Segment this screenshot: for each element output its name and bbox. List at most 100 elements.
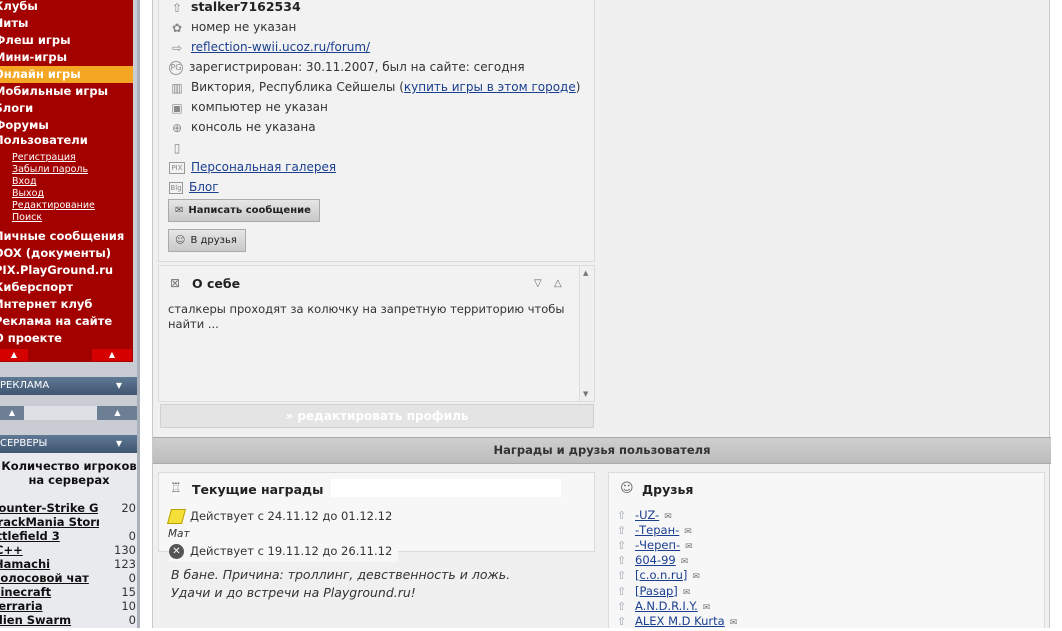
nav-messages[interactable]: Личные сообщения [0,228,133,245]
phone-value: номер не указан [191,20,297,34]
username: stalker7162534 [191,0,301,14]
users-subnav: Регистрация Забыли пароль Вход Выход Ред… [0,148,133,228]
friend-item: ⇧ 604-99 ✉ [617,553,688,568]
nav-pix[interactable]: PIX.PlayGround.ru [0,262,133,279]
ads-header[interactable]: РЕКЛАМА ▼ [0,377,138,395]
nav-footer: ▲ ▲ [0,347,133,362]
server-row[interactable]: TrackMania Storm [0,515,138,529]
friend-item: ⇧ ALEX M.D Kurta ✉ [617,614,737,629]
gamepad-icon: ⊕ [171,120,183,135]
server-row[interactable]: Minecraft15 [0,585,138,599]
servers-panel: Количество игроков на серверах Counter-S… [0,453,138,628]
computer-icon: ▣ [171,100,183,115]
scroll-up-icon[interactable]: ▲ [583,269,588,277]
console-value: консоль не указана [191,120,316,134]
blog-icon: Blg [169,181,183,194]
arrow-up-icon[interactable]: ▲ [0,406,24,420]
user-icon: ☺ [175,235,186,246]
console-row: ⊕ консоль не указана [169,118,316,136]
site-link[interactable]: reflection-wwii.ucoz.ru/forum/ [191,40,370,54]
awards-title: Текущие награды [192,482,324,497]
server-row[interactable]: Голосовой чат 0 [0,571,138,585]
subnav-logout[interactable]: Выход [12,188,133,200]
servers-header[interactable]: СЕРВЕРЫ ▼ [0,435,138,453]
server-row[interactable]: Battlefield 30 [0,529,138,543]
nav-cybersport[interactable]: Киберспорт [0,279,133,296]
ads-title: РЕКЛАМА [0,380,50,391]
arrow-up-icon[interactable]: ▲ [97,406,138,420]
add-friend-button[interactable]: ☺ В друзья [168,229,246,252]
about-title: О себе [192,276,241,291]
scroll-down-icon[interactable]: ▼ [583,390,588,398]
collapse-down-icon[interactable]: ▽ [534,278,542,289]
gallery-row: PIX Персональная галерея [169,158,336,176]
chevron-down-icon: ▼ [115,381,122,390]
friends-panel: ☺ Друзья ⇧ -UZ- ✉ ⇧ -Теран- ✉ ⇧ -Череп- ✉ ⇧ 604… [608,472,1045,628]
envelope-icon[interactable]: ✉ [692,570,700,585]
subnav-search[interactable]: Поиск [12,212,133,224]
chevron-down-icon: ▼ [115,439,122,448]
award-label: Мат [168,528,190,540]
blog-link[interactable]: Блог [189,180,219,194]
subnav-register[interactable]: Регистрация [12,152,133,164]
rank-arrow-icon: ⇧ [171,0,183,15]
nav-clubs[interactable]: Клубы [0,0,133,15]
friend-item: ⇧ -Череп- ✉ [617,538,693,553]
about-scrollbar[interactable]: ▲ ▼ [579,266,594,401]
sidebar-divider [137,0,140,628]
server-row[interactable]: C++130 [0,543,138,557]
nav-flash-games[interactable]: Флеш игры [0,32,133,49]
server-row[interactable]: Counter-Strike GO20 [0,501,138,515]
nav-internet-club[interactable]: Интернет клуб [0,296,133,313]
awards-blank-field [331,479,561,497]
arrow-right-icon: ⇨ [171,40,183,55]
gallery-link[interactable]: Персональная галерея [191,160,336,174]
servers-title: СЕРВЕРЫ [0,438,48,449]
nav-mobile-games[interactable]: Мобильные игры [0,83,133,100]
nav-blogs[interactable]: Блоги [0,100,133,117]
nav-forums[interactable]: Форумы [0,117,133,134]
registered-row: PG зарегистрирован: 30.11.2007, был на са… [169,58,525,76]
friends-icon: ☺ [620,481,634,496]
servers-heading: Количество игроков на серверах [1,459,137,487]
friends-title: Друзья [642,482,694,497]
award-row-2: ✕ Действует с 19.11.12 до 26.11.12 [169,542,399,562]
site-row: ⇨ reflection-wwii.ucoz.ru/forum/ [169,38,370,56]
server-row[interactable]: Alien Swarm0 [0,613,138,627]
edit-profile-button[interactable]: » редактировать профиль [160,404,594,428]
rank-arrow-icon: ⇧ [617,600,627,613]
device-row: ▯ [169,138,191,156]
nav-dox[interactable]: DOX (документы) [0,245,133,262]
awards-panel: ♖ Текущие награды Действует с 24.11.12 д… [158,472,595,552]
nav-advertising[interactable]: Реклама на сайте [0,313,133,330]
city-icon: ▥ [171,80,183,95]
blog-row: Blg Блог [169,178,219,196]
subnav-login[interactable]: Вход [12,176,133,188]
award-row-1: Действует с 24.11.12 до 01.12.12 [166,509,392,524]
friend-item: ⇧ -UZ- ✉ [617,508,672,523]
collapse-up-icon[interactable]: △ [554,278,562,289]
subnav-forgot-password[interactable]: Забыли пароль [12,164,133,176]
rank-arrow-icon: ⇧ [617,524,627,537]
write-message-button[interactable]: ✉ Написать сообщение [168,199,320,222]
rank-arrow-icon: ⇧ [617,615,627,628]
nav-about[interactable]: О проекте [0,330,133,347]
nav-cheats[interactable]: Читы [0,15,133,32]
ban-note-2: Удачи и до встречи на Playground.ru! [171,585,416,600]
medal-icon: ♖ [170,481,182,496]
friend-item: ⇧ [c.o.n.ru] ✉ [617,568,700,583]
nav-users[interactable]: Пользователи [0,134,133,148]
collapse-up-icon[interactable]: ▲ [92,349,132,361]
subnav-edit[interactable]: Редактирование [12,200,133,212]
server-row[interactable]: Terraria10 [0,599,138,613]
registered-value: зарегистрирован: 30.11.2007, был на сайт… [189,60,525,74]
phone-row: ✿ номер не указан [169,18,296,36]
rank-arrow-icon: ⇧ [617,509,627,522]
buy-games-link[interactable]: купить игры в этом городе [404,80,576,94]
nav-mini-games[interactable]: Мини-игры [0,49,133,66]
envelope-icon[interactable]: ✉ [730,616,738,631]
server-row[interactable]: Hamachi123 [0,557,138,571]
registered-icon: PG [169,60,183,75]
nav-online-games[interactable]: Онлайн игры [0,66,133,83]
collapse-up-icon[interactable]: ▲ [0,349,28,361]
